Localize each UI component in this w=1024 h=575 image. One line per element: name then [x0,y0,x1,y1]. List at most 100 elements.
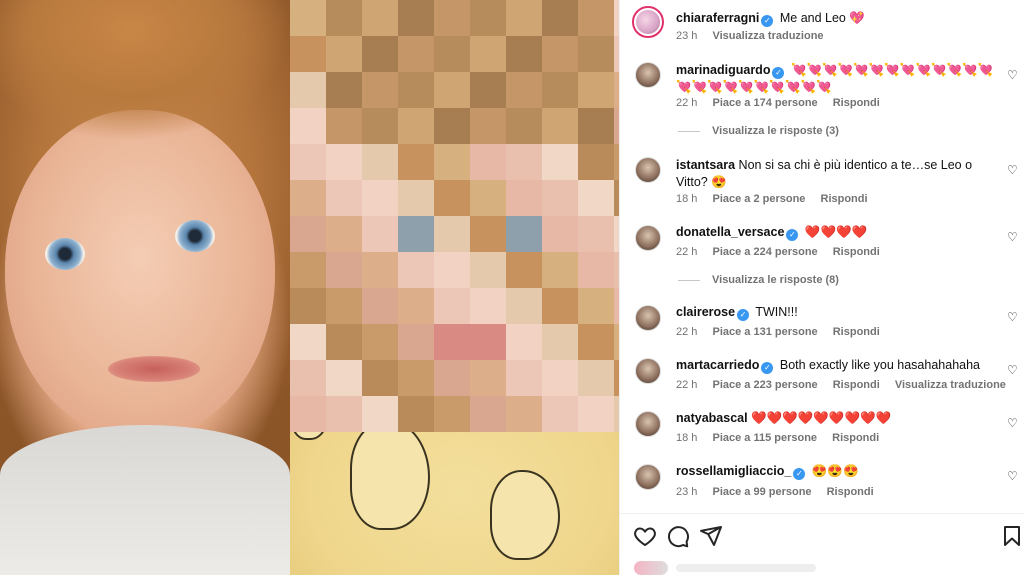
commenter-avatar[interactable] [635,305,661,331]
pixel-block [506,360,542,396]
pixel-block [326,180,362,216]
pixel-block [470,216,506,252]
action-bar [620,513,1024,557]
comment-time: 18 h [676,193,698,205]
pixel-block [506,324,542,360]
comment-username[interactable]: clairerose [676,305,735,319]
reply-link[interactable]: Rispondi [833,246,880,258]
comment-heart-icon[interactable]: ♡ [1007,311,1019,323]
pixel-block [542,36,578,72]
snoopy-print [350,420,430,530]
reply-link[interactable]: Rispondi [827,486,874,498]
reply-link[interactable]: Rispondi [832,432,879,444]
view-replies[interactable]: Visualizza le risposte (8) [678,274,839,286]
pixel-block [398,0,434,36]
comment-time: 22 h [676,246,698,258]
comment-likes[interactable]: Piace a 223 persone [712,379,817,391]
comment-likes[interactable]: Piace a 224 persone [712,246,817,258]
comment-text: TWIN!!! [755,305,798,319]
commenter-avatar[interactable] [635,411,661,437]
pixel-block [326,324,362,360]
verified-icon: ✓ [772,67,785,79]
bookmark-icon[interactable] [1000,524,1024,548]
pixel-block [542,144,578,180]
pixel-block [542,72,578,108]
pixel-block [578,396,614,432]
pixel-block [578,180,614,216]
comment-likes[interactable]: Piace a 174 persone [712,97,817,109]
pixel-block [434,72,470,108]
pixel-block [362,216,398,252]
pixel-block [290,216,326,252]
comment-heart-icon[interactable]: ♡ [1007,231,1019,243]
comment-likes[interactable]: Piace a 2 persone [712,193,805,205]
pixel-block [506,36,542,72]
pixel-block [434,396,470,432]
comment-username[interactable]: marinadiguardo [676,63,770,77]
comment-username[interactable]: martacarriedo [676,358,759,372]
comment-username[interactable]: natyabascal [676,411,748,425]
pixel-block [542,252,578,288]
comment-time: 22 h [676,97,698,109]
pixel-block [398,180,434,216]
commenter-avatar[interactable] [635,62,661,88]
pixel-block [398,72,434,108]
pixel-block [362,180,398,216]
comment-text: 😍😍😍 [811,464,859,478]
reply-link[interactable]: Rispondi [833,97,880,109]
reply-link[interactable]: Rispondi [833,326,880,338]
comment-heart-icon[interactable]: ♡ [1007,69,1019,81]
pixel-block [434,360,470,396]
comment-username[interactable]: rossellamigliaccio_ [676,464,791,478]
verified-icon: ✓ [761,362,774,374]
pixelated-face [290,0,619,432]
pixel-block [326,0,362,36]
comment-icon[interactable] [666,524,690,548]
author-username[interactable]: chiaraferragni [676,11,759,25]
comment-username[interactable]: istantsara [676,158,735,172]
comment-heart-icon[interactable]: ♡ [1007,470,1019,482]
liked-by-text [676,564,816,572]
view-replies[interactable]: Visualizza le risposte (3) [678,125,839,137]
comment-heart-icon[interactable]: ♡ [1007,364,1019,376]
commenter-avatar[interactable] [635,157,661,183]
comment-likes[interactable]: Piace a 99 persone [712,486,811,498]
comment-time: 22 h [676,326,698,338]
comment-username[interactable]: donatella_versace [676,225,784,239]
caption-text: Me and Leo 💖 [779,11,865,25]
pixel-block [290,396,326,432]
comment-time: 23 h [676,486,698,498]
translate-link[interactable]: Visualizza traduzione [712,30,823,42]
pixel-block [434,108,470,144]
pixel-block [506,216,542,252]
comment-heart-icon[interactable]: ♡ [1007,164,1019,176]
photo-right-pixelated-child [290,0,619,575]
author-avatar[interactable] [632,6,664,38]
send-icon[interactable] [699,524,723,548]
pixel-block [290,360,326,396]
reply-link[interactable]: Rispondi [821,193,868,205]
commenter-avatar[interactable] [635,464,661,490]
commenter-avatar[interactable] [635,225,661,251]
pixel-block [434,288,470,324]
comment-likes[interactable]: Piace a 131 persone [712,326,817,338]
heart-icon[interactable] [633,524,657,548]
pixel-block [470,288,506,324]
pixel-block [290,180,326,216]
verified-icon: ✓ [761,15,774,27]
post-image[interactable] [0,0,619,575]
pixel-block [470,360,506,396]
pixel-block [542,396,578,432]
pixel-block [290,72,326,108]
pixel-block [578,72,614,108]
commenter-avatar[interactable] [635,358,661,384]
verified-icon: ✓ [786,229,799,241]
reply-link[interactable]: Rispondi [833,379,880,391]
pixel-block [470,252,506,288]
comment-heart-icon[interactable]: ♡ [1007,417,1019,429]
pixel-block [542,216,578,252]
comment-likes[interactable]: Piace a 115 persone [712,432,817,444]
translate-link[interactable]: Visualizza traduzione [895,379,1006,391]
pixel-block [578,36,614,72]
pixel-block [362,36,398,72]
